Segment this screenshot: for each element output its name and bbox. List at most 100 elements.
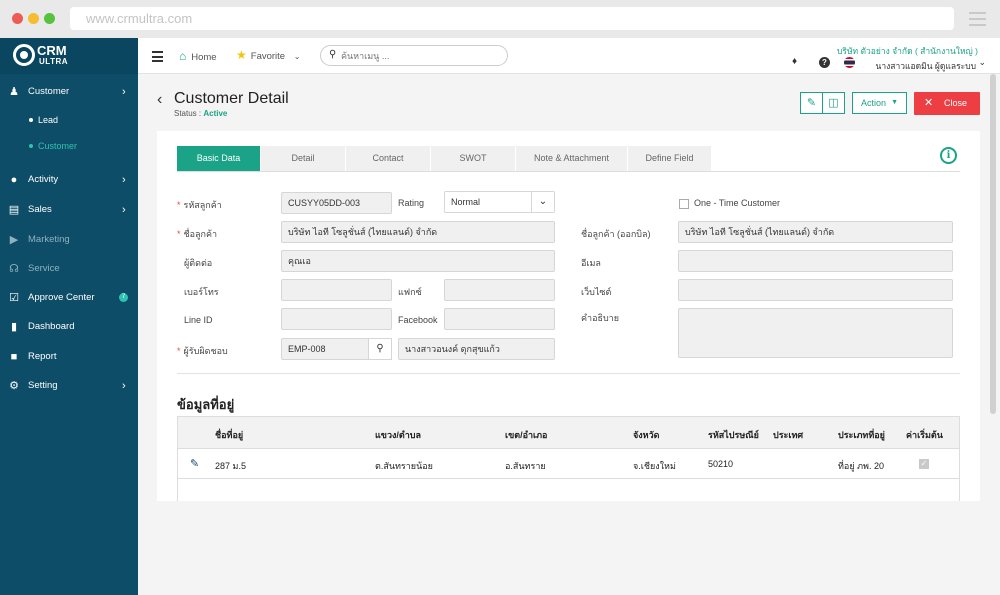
customer-code-field[interactable]: CUSYY05DD-003 bbox=[281, 192, 392, 214]
contact-field[interactable]: คุณเอ bbox=[281, 250, 555, 272]
facebook-field[interactable] bbox=[444, 308, 555, 330]
edit-button[interactable]: ✎ bbox=[800, 92, 823, 114]
star-icon: ★ bbox=[236, 48, 247, 62]
user-name[interactable]: นางสาวแอดมิน ผู้ดูแลระบบ bbox=[876, 59, 976, 73]
edit-row-icon[interactable]: ✎ bbox=[190, 457, 199, 470]
sidebar-item-marketing[interactable]: ▶ Marketing bbox=[0, 229, 138, 251]
company-name: บริษัท ตัวอย่าง จำกัด ( สำนักงานใหญ่ ) bbox=[836, 46, 978, 56]
sidebar-item-customer[interactable]: ♟ Customer › bbox=[0, 81, 138, 103]
window-maximize-dot[interactable] bbox=[44, 13, 55, 24]
file-icon: ■ bbox=[10, 351, 18, 363]
chevron-right-icon: › bbox=[122, 380, 126, 392]
logo-mark-icon bbox=[13, 44, 35, 66]
website-label: เว็บไซต์ bbox=[581, 287, 612, 297]
page-scrollbar[interactable] bbox=[990, 74, 996, 414]
description-label: คำอธิบาย bbox=[581, 313, 620, 323]
column-header: ประเทศ bbox=[773, 430, 804, 440]
sidebar-item-label: Activity bbox=[28, 174, 59, 185]
website-field[interactable] bbox=[678, 279, 953, 301]
owner-label: * ผู้รับผิดชอบ bbox=[177, 346, 228, 356]
sidebar-item-label: Report bbox=[28, 351, 57, 362]
sidebar-item-label: Service bbox=[28, 263, 60, 274]
bell-icon[interactable]: ♦ bbox=[792, 56, 797, 67]
fax-label: แฟกซ์ bbox=[398, 287, 422, 297]
sidebar-item-activity[interactable]: ● Activity › bbox=[0, 169, 138, 191]
province-cell: จ.เชียงใหม่ bbox=[633, 461, 676, 471]
address-table-header: ชื่อที่อยู่ แขวง/ตำบล เขต/อำเภอ จังหวัด … bbox=[177, 416, 960, 449]
rating-select[interactable]: Normal ⌄ bbox=[444, 191, 555, 213]
column-header: ชื่อที่อยู่ bbox=[215, 430, 244, 440]
sidebar-item-approve-center[interactable]: ☑ Approve Center 7 bbox=[0, 287, 138, 309]
owner-name-field[interactable]: นางสาวอนงค์ ดุกสุขแก้ว bbox=[398, 338, 555, 360]
thai-flag-icon[interactable] bbox=[844, 57, 855, 68]
address-name-cell: 287 ม.5 bbox=[215, 461, 246, 471]
delete-button[interactable]: ◫ bbox=[822, 92, 845, 114]
back-icon[interactable]: ‹ bbox=[157, 91, 162, 109]
sidebar-subitem-customer[interactable]: Customer bbox=[0, 137, 138, 155]
tab-note-attachment[interactable]: Note & Attachment bbox=[516, 146, 628, 171]
rating-label: Rating bbox=[398, 198, 425, 208]
sidebar-item-sales[interactable]: ▤ Sales › bbox=[0, 199, 138, 221]
phone-label: เบอร์โทร bbox=[184, 287, 219, 297]
description-field[interactable] bbox=[678, 308, 953, 358]
address-section-title: ข้อมูลที่อยู่ bbox=[177, 397, 235, 412]
bullet-icon bbox=[29, 144, 33, 148]
table-empty-area bbox=[177, 479, 960, 501]
billing-name-label: ชื่อลูกค้า (ออกบิล) bbox=[581, 229, 651, 239]
close-icon: ✕ bbox=[924, 97, 934, 109]
tab-swot[interactable]: SWOT bbox=[431, 146, 516, 171]
chevron-down-icon[interactable]: ⌄ bbox=[978, 57, 986, 68]
headset-icon: ☊ bbox=[9, 263, 19, 275]
bullet-icon bbox=[29, 118, 33, 122]
chevron-right-icon: › bbox=[122, 174, 126, 186]
help-icon[interactable]: ? bbox=[819, 57, 830, 68]
logo[interactable]: CRM ULTRA bbox=[0, 38, 138, 74]
action-button[interactable]: Action ▼ bbox=[852, 92, 907, 114]
billing-name-field[interactable]: บริษัท ไอที โซลูชั่นส์ (ไทยแลนด์) จำกัด bbox=[678, 221, 953, 243]
owner-search-button[interactable]: ⚲ bbox=[368, 338, 392, 360]
menu-search[interactable]: ⚲ bbox=[320, 45, 508, 66]
browser-menu-icon[interactable] bbox=[969, 12, 986, 30]
owner-code-field[interactable]: EMP-008 bbox=[281, 338, 369, 360]
tab-basic-data[interactable]: Basic Data bbox=[177, 146, 261, 171]
notification-badge: 7 bbox=[119, 293, 128, 302]
sidebar-item-service[interactable]: ☊ Service bbox=[0, 258, 138, 280]
customer-name-field[interactable]: บริษัท ไอที โซลูชั่นส์ (ไทยแลนด์) จำกัด bbox=[281, 221, 555, 243]
tab-define-field[interactable]: Define Field bbox=[628, 146, 712, 171]
one-time-customer-checkbox[interactable] bbox=[679, 199, 689, 209]
sidebar-subitem-lead[interactable]: Lead bbox=[0, 111, 138, 129]
column-header: เขต/อำเภอ bbox=[505, 430, 548, 440]
one-time-customer-label: One - Time Customer bbox=[694, 198, 781, 208]
status-line: Status : Active bbox=[174, 109, 227, 118]
search-input[interactable] bbox=[341, 48, 501, 63]
window-minimize-dot[interactable] bbox=[28, 13, 39, 24]
browser-chrome: www.crmultra.com bbox=[0, 0, 1000, 38]
close-button[interactable]: ✕ Close bbox=[914, 92, 980, 115]
url-bar[interactable]: www.crmultra.com bbox=[70, 7, 954, 30]
menu-toggle-icon[interactable] bbox=[152, 51, 163, 65]
tab-detail[interactable]: Detail bbox=[261, 146, 346, 171]
favorite-dropdown[interactable]: ★ Favorite ⌄ bbox=[236, 48, 300, 62]
sidebar-subitem-label: Lead bbox=[38, 115, 59, 125]
column-header: ประเภทที่อยู่ bbox=[838, 430, 885, 440]
table-row[interactable]: ✎ 287 ม.5 ต.สันทรายน้อย อ.สันทราย จ.เชีย… bbox=[177, 449, 960, 479]
sidebar-item-report[interactable]: ■ Report bbox=[0, 346, 138, 368]
pencil-icon: ✎ bbox=[806, 97, 817, 109]
section-divider bbox=[177, 373, 960, 374]
chevron-right-icon: › bbox=[122, 86, 126, 98]
customer-code-label: * รหัสลูกค้า bbox=[177, 200, 222, 210]
phone-field[interactable] bbox=[281, 279, 392, 301]
info-icon[interactable]: i bbox=[940, 147, 957, 164]
line-id-field[interactable] bbox=[281, 308, 392, 330]
logo-text-bottom: ULTRA bbox=[39, 57, 69, 66]
top-bar: ⌂ Home ★Favorite ⌄ ⚲ ♦ ? บริษัท ตัวอย่าง … bbox=[138, 38, 1000, 74]
email-field[interactable] bbox=[678, 250, 953, 272]
tab-contact[interactable]: Contact bbox=[346, 146, 431, 171]
window-close-dot[interactable] bbox=[12, 13, 23, 24]
sidebar-item-label: Setting bbox=[28, 380, 58, 391]
fax-field[interactable] bbox=[444, 279, 555, 301]
sidebar-item-dashboard[interactable]: ▮ Dashboard bbox=[0, 316, 138, 338]
sidebar-item-setting[interactable]: ⚙ Setting › bbox=[0, 375, 138, 397]
home-link[interactable]: ⌂ Home bbox=[179, 49, 217, 63]
address-type-cell: ที่อยู่ ภพ. 20 bbox=[838, 461, 884, 471]
